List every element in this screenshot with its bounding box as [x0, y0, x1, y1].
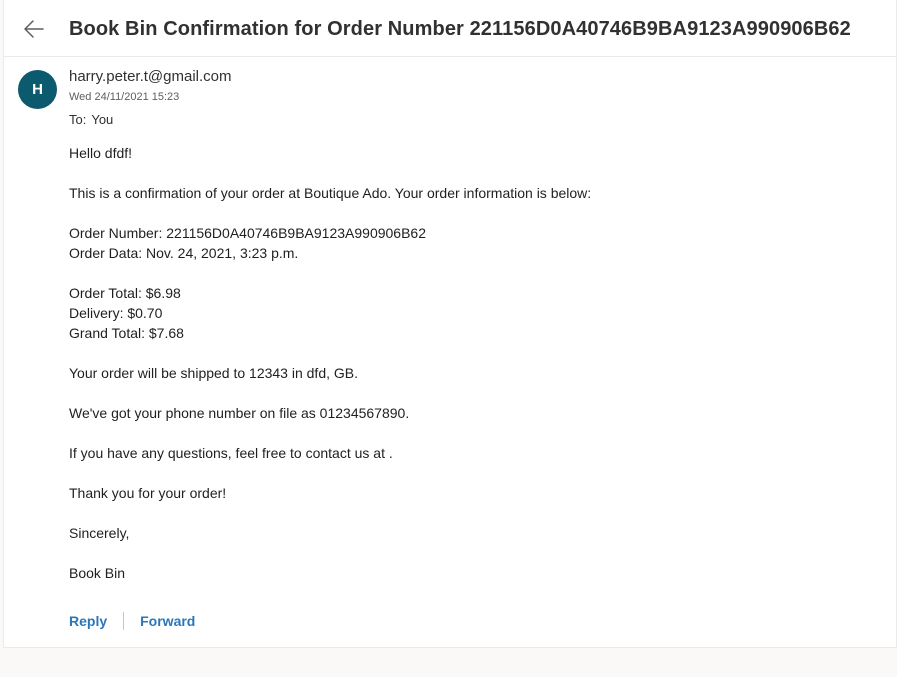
signature-text: Book Bin: [69, 565, 126, 581]
back-button[interactable]: [21, 16, 47, 42]
email-actions: Reply Forward: [69, 611, 195, 631]
order-total: Order Total: $6.98: [69, 285, 181, 301]
thanks-text: Thank you for your order!: [69, 485, 227, 501]
email-body: Hello dfdf! This is a confirmation of yo…: [69, 143, 869, 603]
sent-date: Wed 24/11/2021 15:23: [69, 91, 180, 103]
phone-text: We've got your phone number on file as 0…: [69, 405, 410, 421]
order-number: Order Number: 221156D0A40746B9BA9123A990…: [69, 225, 426, 241]
sender-email[interactable]: harry.peter.t@gmail.com: [69, 68, 232, 85]
intro-text: This is a confirmation of your order at …: [69, 185, 592, 201]
order-info-block: Order Number: 221156D0A40746B9BA9123A990…: [69, 223, 869, 263]
email-reading-pane: Book Bin Confirmation for Order Number 2…: [3, 0, 897, 648]
to-recipient[interactable]: You: [91, 112, 113, 127]
shipping-text: Your order will be shipped to 12343 in d…: [69, 365, 359, 381]
questions-text: If you have any questions, feel free to …: [69, 445, 393, 461]
greeting: Hello dfdf!: [69, 145, 133, 161]
signoff-text: Sincerely,: [69, 525, 130, 541]
email-header: Book Bin Confirmation for Order Number 2…: [4, 0, 896, 57]
email-subject: Book Bin Confirmation for Order Number 2…: [69, 18, 851, 40]
reply-button[interactable]: Reply: [69, 613, 107, 629]
grand-total: Grand Total: $7.68: [69, 325, 184, 341]
avatar[interactable]: H: [18, 70, 57, 109]
action-divider: [123, 612, 125, 630]
arrow-left-icon: [24, 20, 44, 38]
recipient-line: To: You: [69, 112, 113, 127]
delivery-cost: Delivery: $0.70: [69, 305, 163, 321]
forward-button[interactable]: Forward: [140, 613, 195, 629]
order-totals-block: Order Total: $6.98 Delivery: $0.70 Grand…: [69, 283, 869, 343]
order-date: Order Data: Nov. 24, 2021, 3:23 p.m.: [69, 245, 299, 261]
to-label: To:: [69, 112, 87, 127]
